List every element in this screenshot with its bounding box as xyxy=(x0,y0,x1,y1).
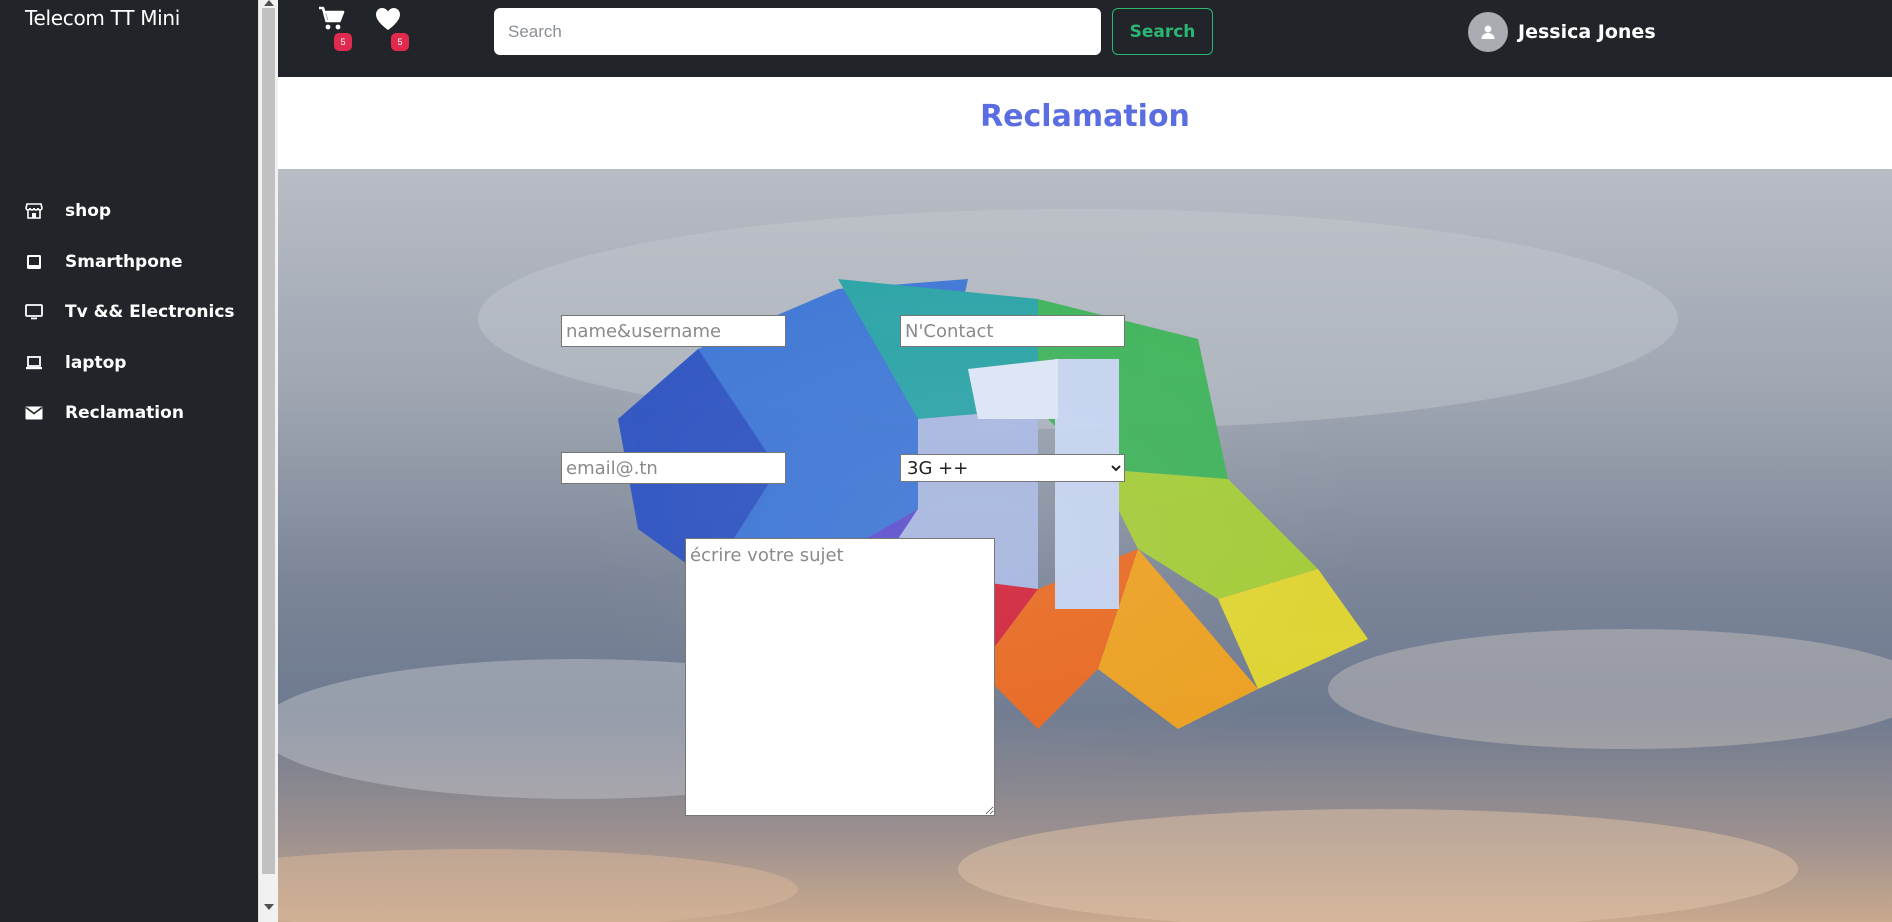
sidebar-item-tv-electronics[interactable]: Tv && Electronics xyxy=(0,287,258,338)
avatar xyxy=(1468,12,1508,52)
sidebar-item-reclamation[interactable]: Reclamation xyxy=(0,388,258,439)
sidebar-nav: shop Smarthpone Tv && Electronics laptop… xyxy=(0,186,258,439)
cart-icon xyxy=(319,6,345,30)
store-icon xyxy=(25,202,43,220)
wishlist-count-badge: 5 xyxy=(391,33,409,51)
sidebar-item-shop[interactable]: shop xyxy=(0,186,258,237)
laptop-icon xyxy=(25,354,43,372)
sidebar-item-label: Smarthpone xyxy=(65,251,183,272)
tablet-icon xyxy=(25,253,43,271)
user-menu[interactable]: Jessica Jones xyxy=(1468,12,1656,52)
name-username-field[interactable] xyxy=(561,315,786,347)
sidebar-item-label: laptop xyxy=(65,352,127,373)
topbar: 5 5 Search Jessica Jones xyxy=(278,0,1892,77)
sidebar-item-label: Tv && Electronics xyxy=(65,302,235,323)
sidebar-item-smartphone[interactable]: Smarthpone xyxy=(0,237,258,288)
heart-icon xyxy=(376,8,400,30)
subject-textarea[interactable] xyxy=(685,538,995,816)
cart-count-badge: 5 xyxy=(334,33,352,51)
envelope-icon xyxy=(25,404,43,422)
sidebar-item-label: Reclamation xyxy=(65,403,184,424)
sidebar: Telecom TT Mini shop Smarthpone Tv && El… xyxy=(0,0,258,922)
scrollbar-thumb[interactable] xyxy=(262,8,275,874)
wishlist-button[interactable]: 5 xyxy=(375,6,411,51)
search-input[interactable] xyxy=(494,8,1101,55)
user-icon xyxy=(1481,25,1495,39)
scroll-down-arrow-icon[interactable] xyxy=(264,904,274,910)
brand-name[interactable]: Telecom TT Mini xyxy=(25,6,180,30)
monitor-icon xyxy=(25,303,43,321)
user-name: Jessica Jones xyxy=(1518,21,1656,43)
contact-number-field[interactable] xyxy=(900,315,1125,347)
search-button[interactable]: Search xyxy=(1112,8,1213,55)
scroll-up-arrow-icon[interactable] xyxy=(264,0,274,6)
email-field[interactable] xyxy=(561,452,786,484)
service-select[interactable]: 3G ++ xyxy=(900,454,1125,482)
page-scrollbar[interactable] xyxy=(258,0,279,922)
cart-button[interactable]: 5 xyxy=(318,6,354,51)
sidebar-item-label: shop xyxy=(65,201,112,222)
background-image xyxy=(278,209,1892,922)
page-title: Reclamation xyxy=(980,99,1190,134)
sidebar-item-laptop[interactable]: laptop xyxy=(0,338,258,389)
reclamation-section: 3G ++ xyxy=(278,169,1892,922)
page-header: Reclamation xyxy=(278,77,1892,169)
